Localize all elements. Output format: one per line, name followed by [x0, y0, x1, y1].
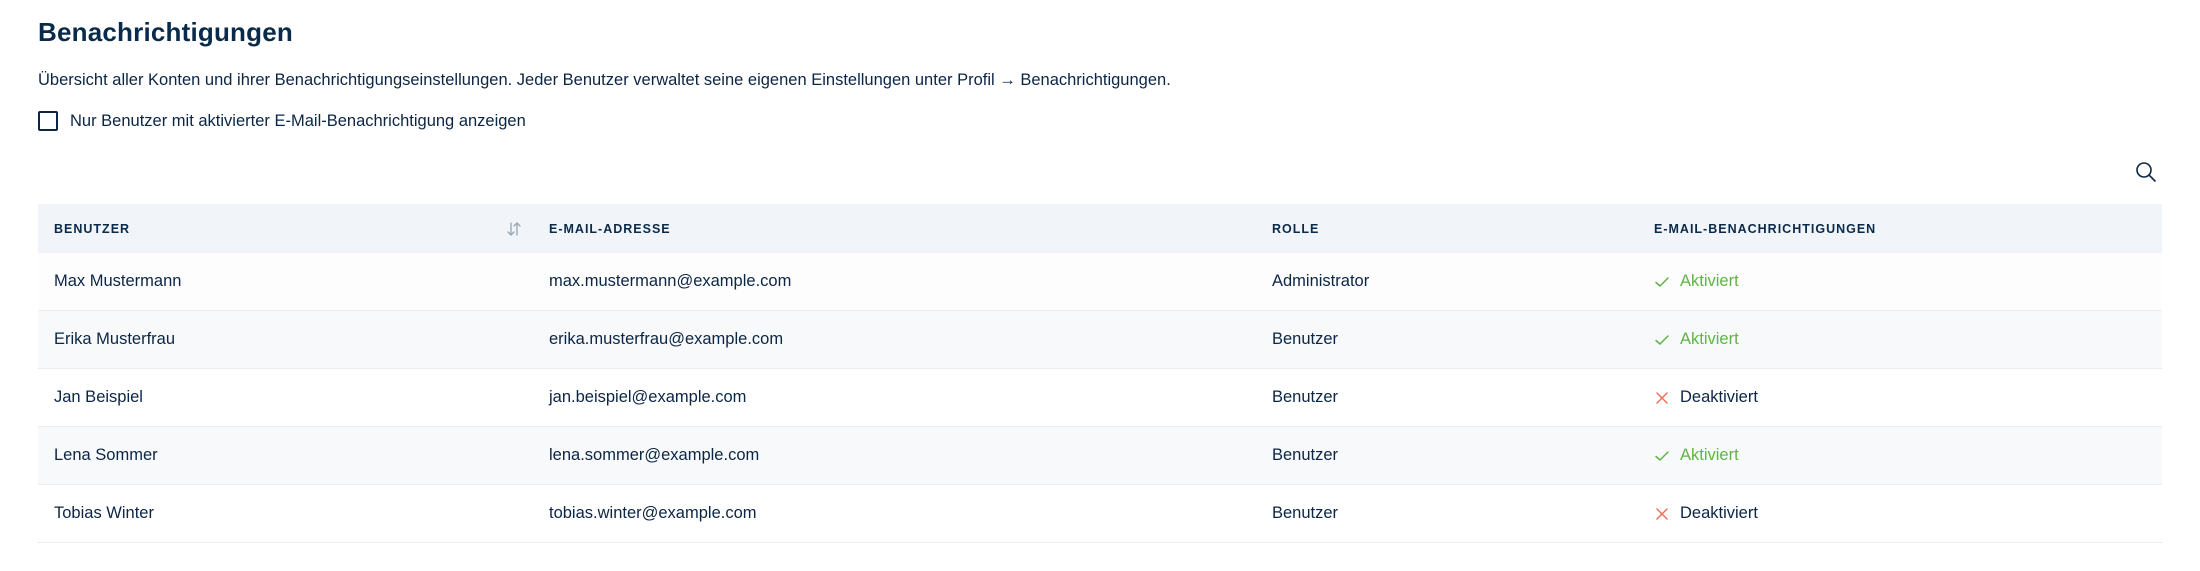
page-title: Benachrichtigungen [38, 17, 293, 47]
notification-status-cell: Aktiviert [1638, 330, 2162, 349]
column-header-email: E-MAIL-ADRESSE [549, 221, 671, 236]
status-label: Aktiviert [1680, 330, 1739, 348]
close-icon [1654, 506, 1670, 522]
user-name-cell: Erika Musterfrau [54, 330, 176, 348]
email-cell: jan.beispiel@example.com [549, 388, 747, 406]
status-badge: Aktiviert [1654, 330, 1739, 349]
status-badge: Deaktiviert [1654, 504, 1758, 523]
status-badge: Aktiviert [1654, 446, 1739, 465]
notifications-page: Benachrichtigungen Übersicht aller Konte… [0, 0, 2200, 571]
sort-icon[interactable] [505, 220, 523, 238]
role-cell: Benutzer [1272, 330, 1339, 348]
search-icon[interactable] [2134, 160, 2158, 184]
status-label: Deaktiviert [1680, 504, 1758, 522]
status-label: Aktiviert [1680, 446, 1739, 464]
notification-status-cell: Aktiviert [1638, 272, 2162, 291]
status-badge: Aktiviert [1654, 272, 1739, 291]
notification-status-cell: Deaktiviert [1638, 504, 2162, 523]
notification-status-cell: Deaktiviert [1638, 388, 2162, 407]
table-header: BENUTZER E-MAIL-ADRESSE ROLLE E-MAIL-BEN… [38, 204, 2162, 253]
email-cell: tobias.winter@example.com [549, 504, 757, 522]
check-icon [1654, 274, 1670, 290]
page-description: Übersicht aller Konten und ihrer Benachr… [38, 71, 1171, 89]
table-row[interactable]: Lena Sommer lena.sommer@example.com Benutz… [38, 427, 2162, 485]
table-row[interactable]: Tobias Winter tobias.winter@example.com Be… [38, 485, 2162, 543]
column-header-role: ROLLE [1272, 221, 1320, 236]
check-icon [1654, 448, 1670, 464]
users-table: BENUTZER E-MAIL-ADRESSE ROLLE E-MAIL-BEN… [38, 204, 2162, 543]
table-row[interactable]: Jan Beispiel jan.beispiel@example.com Benu… [38, 369, 2162, 427]
role-cell: Benutzer [1272, 446, 1339, 464]
email-enabled-filter[interactable]: Nur Benutzer mit aktivierter E-Mail-Bena… [38, 111, 526, 131]
email-cell: lena.sommer@example.com [549, 446, 760, 464]
filter-checkbox[interactable] [38, 111, 58, 131]
close-icon [1654, 390, 1670, 406]
user-name-cell: Jan Beispiel [54, 388, 143, 406]
table-row[interactable]: Max Mustermann max.mustermann@example.com… [38, 253, 2162, 311]
status-label: Aktiviert [1680, 272, 1739, 290]
table-body: Max Mustermann max.mustermann@example.com… [38, 253, 2162, 543]
user-name-cell: Tobias Winter [54, 504, 154, 522]
column-header-user-label: BENUTZER [54, 221, 131, 236]
role-cell: Benutzer [1272, 388, 1339, 406]
check-icon [1654, 332, 1670, 348]
column-header-user[interactable]: BENUTZER [38, 204, 533, 253]
role-cell: Benutzer [1272, 504, 1339, 522]
user-name-cell: Lena Sommer [54, 446, 158, 464]
filter-label: Nur Benutzer mit aktivierter E-Mail-Bena… [70, 111, 526, 130]
user-name-cell: Max Mustermann [54, 272, 182, 290]
role-cell: Administrator [1272, 272, 1370, 290]
email-cell: max.mustermann@example.com [549, 272, 792, 290]
status-label: Deaktiviert [1680, 388, 1758, 406]
table-row[interactable]: Erika Musterfrau erika.musterfrau@example… [38, 311, 2162, 369]
notification-status-cell: Aktiviert [1638, 446, 2162, 465]
status-badge: Deaktiviert [1654, 388, 1758, 407]
column-header-email-notifications: E-MAIL-BENACHRICHTIGUNGEN [1654, 221, 1877, 236]
email-cell: erika.musterfrau@example.com [549, 330, 784, 348]
